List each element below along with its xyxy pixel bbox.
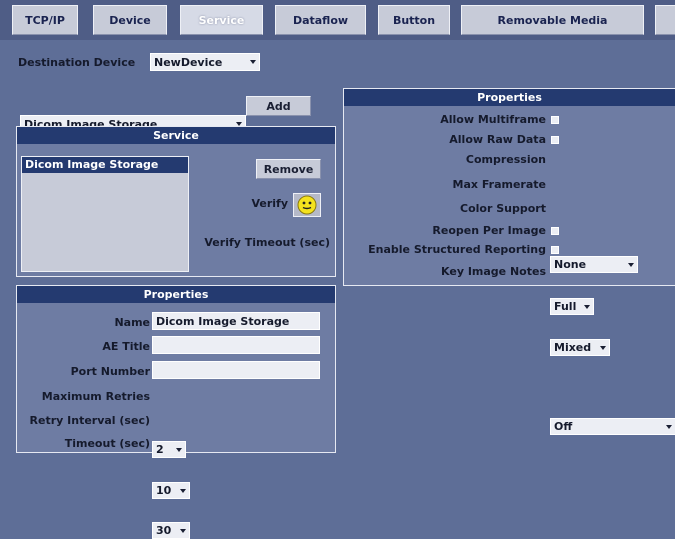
chevron-down-icon bbox=[628, 262, 634, 267]
key-image-notes-value: Off bbox=[554, 420, 573, 433]
allow-raw-data-label: Allow Raw Data bbox=[449, 133, 546, 146]
max-retries-label: Maximum Retries bbox=[41, 390, 150, 403]
max-framerate-dropdown[interactable]: Full bbox=[550, 298, 594, 315]
compression-dropdown[interactable]: None bbox=[550, 256, 638, 273]
structured-reporting-checkbox[interactable] bbox=[551, 246, 559, 254]
color-support-dropdown[interactable]: Mixed bbox=[550, 339, 610, 356]
tab-dataflow[interactable]: Dataflow bbox=[275, 5, 366, 35]
smiley-face-icon bbox=[297, 195, 317, 215]
verify-timeout-label: Verify Timeout (sec) bbox=[204, 236, 330, 249]
compression-label: Compression bbox=[465, 153, 546, 166]
tab-tcpip[interactable]: TCP/IP bbox=[12, 5, 78, 35]
port-number-label: Port Number bbox=[70, 365, 150, 378]
color-support-label: Color Support bbox=[460, 202, 546, 215]
list-item[interactable]: Dicom Image Storage bbox=[22, 157, 188, 173]
tab-bar: TCP/IP Device Service Dataflow Button Re… bbox=[0, 0, 675, 40]
name-field[interactable]: Dicom Image Storage bbox=[152, 312, 320, 330]
retry-interval-dropdown[interactable]: 10 bbox=[152, 482, 190, 499]
chevron-down-icon bbox=[180, 528, 186, 533]
destination-value: NewDevice bbox=[154, 55, 223, 69]
structured-reporting-label: Enable Structured Reporting bbox=[368, 243, 546, 256]
tab-removable-media[interactable]: Removable Media bbox=[461, 5, 644, 35]
retry-interval-label: Retry Interval (sec) bbox=[29, 414, 150, 427]
left-properties-header: Properties bbox=[17, 286, 335, 303]
destination-label: Destination Device bbox=[18, 56, 136, 69]
compression-value: None bbox=[554, 258, 587, 271]
max-retries-value: 2 bbox=[156, 443, 164, 456]
color-support-value: Mixed bbox=[554, 341, 592, 354]
tab-overflow[interactable] bbox=[655, 5, 675, 35]
reopen-per-image-checkbox[interactable] bbox=[551, 227, 559, 235]
max-framerate-label: Max Framerate bbox=[452, 178, 546, 191]
tab-button[interactable]: Button bbox=[378, 5, 450, 35]
chevron-down-icon bbox=[176, 447, 182, 452]
tab-service[interactable]: Service bbox=[180, 5, 263, 35]
ae-title-label: AE Title bbox=[102, 340, 150, 353]
max-retries-dropdown[interactable]: 2 bbox=[152, 441, 186, 458]
timeout-dropdown[interactable]: 30 bbox=[152, 522, 190, 539]
verify-label: Verify bbox=[251, 197, 288, 210]
chevron-down-icon bbox=[180, 488, 186, 493]
key-image-notes-label: Key Image Notes bbox=[441, 265, 546, 278]
ae-title-field[interactable] bbox=[152, 336, 320, 354]
port-number-field[interactable] bbox=[152, 361, 320, 379]
service-panel-header: Service bbox=[17, 127, 335, 144]
allow-multiframe-label: Allow Multiframe bbox=[440, 113, 546, 126]
retry-interval-value: 10 bbox=[156, 484, 172, 497]
remove-button[interactable]: Remove bbox=[256, 159, 321, 179]
key-image-notes-dropdown[interactable]: Off bbox=[550, 418, 675, 435]
timeout-label: Timeout (sec) bbox=[64, 437, 150, 450]
chevron-down-icon bbox=[600, 345, 606, 350]
allow-multiframe-checkbox[interactable] bbox=[551, 116, 559, 124]
name-label: Name bbox=[114, 316, 150, 329]
chevron-down-icon bbox=[250, 60, 256, 64]
reopen-per-image-label: Reopen Per Image bbox=[432, 224, 546, 237]
destination-device-dropdown[interactable]: NewDevice bbox=[150, 53, 260, 71]
right-properties-header: Properties bbox=[344, 89, 675, 106]
tab-device[interactable]: Device bbox=[93, 5, 167, 35]
service-list[interactable]: Dicom Image Storage bbox=[21, 156, 189, 272]
allow-raw-data-checkbox[interactable] bbox=[551, 136, 559, 144]
add-button[interactable]: Add bbox=[246, 96, 311, 116]
verify-button[interactable] bbox=[293, 193, 321, 217]
max-framerate-value: Full bbox=[554, 300, 577, 313]
chevron-down-icon bbox=[666, 424, 672, 429]
timeout-value: 30 bbox=[156, 524, 172, 537]
chevron-down-icon bbox=[584, 304, 590, 309]
